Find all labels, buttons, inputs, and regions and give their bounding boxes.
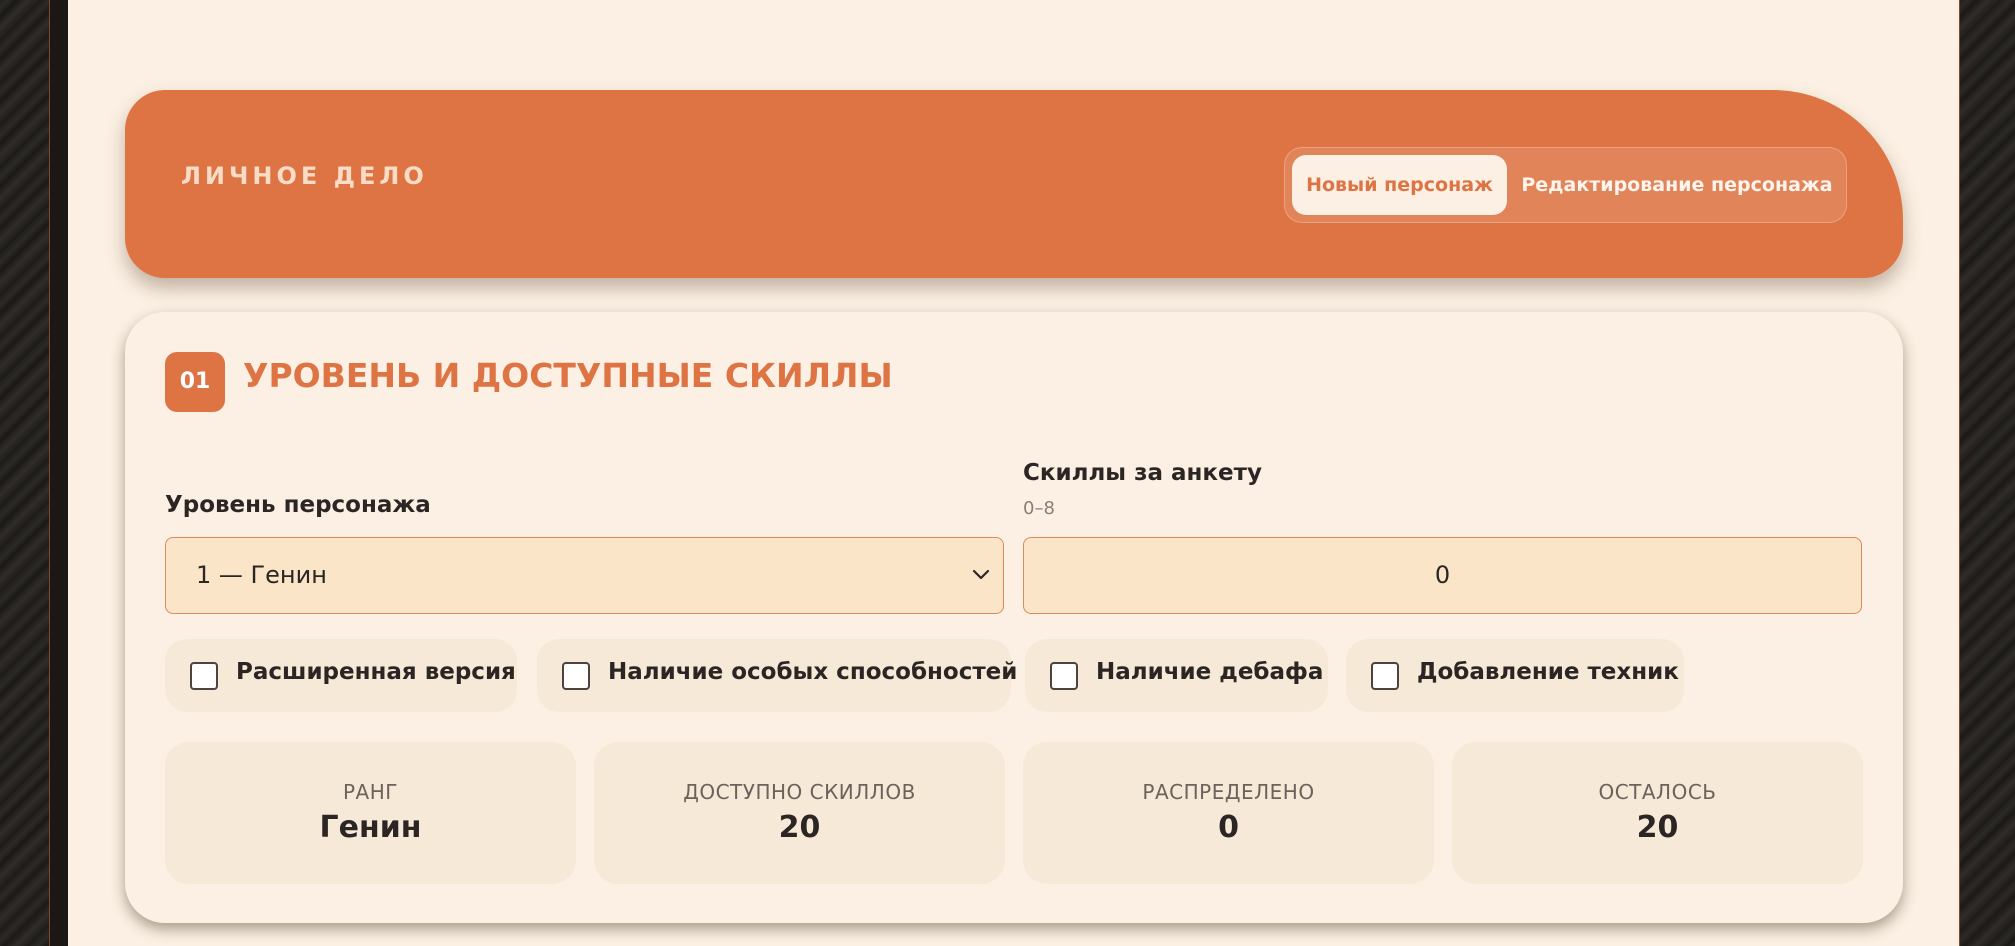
skills-number-input[interactable]: 0 xyxy=(1023,537,1862,614)
checkbox-label: Добавление техник xyxy=(1417,659,1679,685)
stat-label: РАНГ xyxy=(343,780,398,804)
checkbox-special-abilities[interactable]: Наличие особых способностей xyxy=(537,639,1017,712)
level-select[interactable]: 1 — Генин xyxy=(165,537,1004,614)
stat-label: ДОСТУПНО СКИЛЛОВ xyxy=(683,780,916,804)
header-banner: ЛИЧНОЕ ДЕЛО Новый персонаж Редактировани… xyxy=(125,90,1903,278)
level-skills-card: 01 УРОВЕНЬ И ДОСТУПНЫЕ СКИЛЛЫ Уровень пе… xyxy=(125,312,1903,923)
page-container: ЛИЧНОЕ ДЕЛО Новый персонаж Редактировани… xyxy=(68,0,1959,946)
level-select-value: 1 — Генин xyxy=(196,561,327,589)
background-texture-right xyxy=(1959,0,2015,946)
background-texture-left xyxy=(0,0,50,946)
stat-value: Генин xyxy=(319,810,422,845)
checkbox-add-techniques[interactable]: Добавление техник xyxy=(1346,639,1684,712)
skills-label: Скиллы за анкету xyxy=(1023,460,1262,486)
checkbox-debuff[interactable]: Наличие дебафа xyxy=(1025,639,1328,712)
checkbox-label: Наличие дебафа xyxy=(1096,659,1324,685)
checkbox-label: Расширенная версия xyxy=(236,659,516,685)
section-number-badge: 01 xyxy=(165,352,225,412)
stat-rank: РАНГ Генин xyxy=(165,742,576,884)
header-title: ЛИЧНОЕ ДЕЛО xyxy=(181,162,428,190)
stat-remaining: ОСТАЛОСЬ 20 xyxy=(1452,742,1863,884)
skills-range-hint: 0–8 xyxy=(1023,498,1055,519)
stat-distributed: РАСПРЕДЕЛЕНО 0 xyxy=(1023,742,1434,884)
tab-new-character[interactable]: Новый персонаж xyxy=(1292,155,1507,215)
checkbox-square[interactable] xyxy=(1371,662,1399,690)
section-title: УРОВЕНЬ И ДОСТУПНЫЕ СКИЛЛЫ xyxy=(243,356,893,395)
tab-edit-character[interactable]: Редактирование персонажа xyxy=(1517,155,1837,215)
checkbox-square[interactable] xyxy=(1050,662,1078,690)
level-label: Уровень персонажа xyxy=(165,492,431,518)
stat-label: ОСТАЛОСЬ xyxy=(1598,780,1717,804)
checkbox-square[interactable] xyxy=(190,662,218,690)
stat-available-skills: ДОСТУПНО СКИЛЛОВ 20 xyxy=(594,742,1005,884)
stat-value: 20 xyxy=(778,810,821,845)
stat-label: РАСПРЕДЕЛЕНО xyxy=(1142,780,1315,804)
checkbox-square[interactable] xyxy=(562,662,590,690)
checkbox-label: Наличие особых способностей xyxy=(608,659,1018,685)
stat-value: 20 xyxy=(1636,810,1679,845)
tab-switcher: Новый персонаж Редактирование персонажа xyxy=(1284,147,1847,223)
checkbox-extended-version[interactable]: Расширенная версия xyxy=(165,639,517,712)
chevron-down-icon xyxy=(972,569,990,580)
stat-value: 0 xyxy=(1218,810,1239,845)
